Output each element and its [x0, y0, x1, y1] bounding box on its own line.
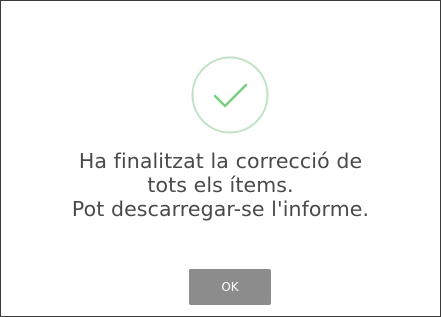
completion-dialog: Ha finalitzat la correcció de tots els í… [0, 0, 441, 317]
ok-button[interactable]: OK [189, 269, 271, 305]
check-circle-icon [190, 55, 270, 135]
message-line-3: Pot descarregar-se l'informe. [71, 197, 370, 221]
message-line-1: Ha finalitzat la correcció de [78, 149, 363, 173]
completion-message: Ha finalitzat la correcció de tots els í… [1, 149, 440, 221]
message-line-2: tots els ítems. [147, 173, 294, 197]
